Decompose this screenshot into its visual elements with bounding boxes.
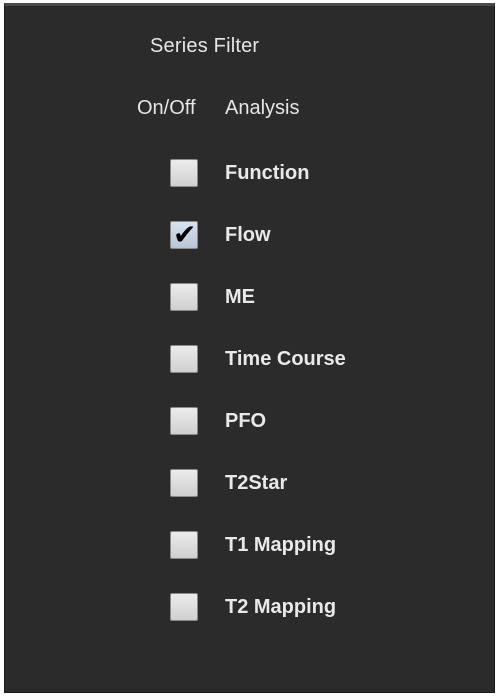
analysis-column-header: Analysis: [225, 97, 300, 119]
check-icon: ✔: [173, 218, 197, 251]
panel-title: Series Filter: [150, 35, 260, 57]
t1-mapping-label[interactable]: T1 Mapping: [225, 534, 336, 557]
filter-row-t2star: T2Star: [170, 466, 287, 500]
flow-checkbox[interactable]: ✔: [170, 218, 198, 251]
pfo-checkbox[interactable]: [170, 407, 198, 435]
filter-row-me: ME: [170, 280, 255, 314]
t2-mapping-label[interactable]: T2 Mapping: [225, 596, 336, 619]
filter-row-time-course: Time Course: [170, 342, 346, 376]
filter-row-flow: ✔ Flow: [170, 218, 271, 252]
me-label[interactable]: ME: [225, 286, 255, 309]
filter-row-t2-mapping: T2 Mapping: [170, 590, 336, 624]
flow-label[interactable]: Flow: [225, 224, 271, 247]
filter-row-t1-mapping: T1 Mapping: [170, 528, 336, 562]
t2-mapping-checkbox[interactable]: [170, 593, 198, 621]
t1-mapping-checkbox[interactable]: [170, 531, 198, 559]
function-checkbox[interactable]: [170, 159, 198, 187]
me-checkbox[interactable]: [170, 283, 198, 311]
filter-row-function: Function: [170, 156, 309, 190]
onoff-column-header: On/Off: [137, 97, 196, 119]
t2star-checkbox[interactable]: [170, 469, 198, 497]
time-course-label[interactable]: Time Course: [225, 348, 346, 371]
time-course-checkbox[interactable]: [170, 345, 198, 373]
t2star-label[interactable]: T2Star: [225, 472, 287, 495]
series-filter-panel: Series Filter On/Off Analysis Function ✔…: [4, 3, 495, 693]
pfo-label[interactable]: PFO: [225, 410, 266, 433]
function-label[interactable]: Function: [225, 162, 309, 185]
filter-row-pfo: PFO: [170, 404, 266, 438]
